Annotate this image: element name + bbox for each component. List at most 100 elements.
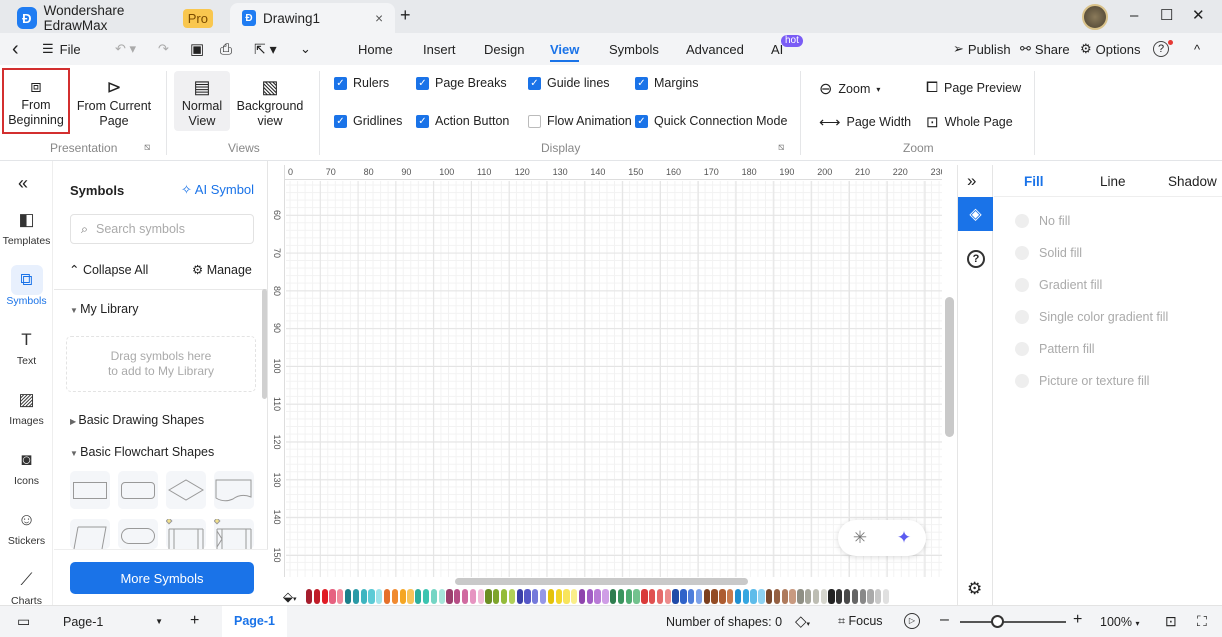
color-swatch[interactable] [789,588,796,604]
ai-symbol-button[interactable]: ✧ AI Symbol [181,182,254,198]
maximize-button[interactable]: ☐ [1160,6,1173,24]
color-swatch[interactable] [688,588,695,604]
user-avatar[interactable] [1082,4,1108,30]
fill-bucket-icon[interactable]: ◈ [958,197,993,231]
color-swatch[interactable] [859,588,866,604]
color-swatch[interactable] [750,588,757,604]
color-swatch[interactable] [563,588,570,604]
color-swatch[interactable] [430,588,438,604]
color-swatch[interactable] [812,588,820,604]
help-icon[interactable]: ? [967,250,985,268]
expand-panel-button[interactable]: » [967,171,976,191]
color-swatch[interactable] [649,588,656,604]
color-swatch[interactable] [734,588,742,604]
predefined-process-shape[interactable] [165,517,206,549]
color-swatch[interactable] [352,588,360,604]
color-swatch[interactable] [805,588,812,604]
color-swatch[interactable] [477,588,484,604]
fullscreen-icon[interactable]: ⛶ [1197,613,1207,630]
process-shape[interactable] [70,471,110,509]
color-swatch[interactable] [524,588,531,604]
fill-option-radio[interactable]: Gradient fill [1015,278,1102,292]
color-swatch[interactable] [695,588,703,604]
color-swatch[interactable] [485,588,492,604]
tab-ai[interactable]: AI hot [771,33,803,65]
symbols-scrollbar[interactable] [262,289,267,399]
color-swatch[interactable] [555,588,562,604]
tab-advanced[interactable]: Advanced [686,33,744,65]
color-swatch[interactable] [843,588,851,604]
share-button[interactable]: ⚯ Share [1020,33,1070,65]
basic-flowchart-shapes-section[interactable]: ▼ Basic Flowchart Shapes [70,445,214,459]
tab-shadow[interactable]: Shadow [1168,174,1217,189]
print-icon[interactable]: ⎙ [220,33,232,65]
collapse-sidebar-button[interactable]: « [18,173,28,194]
color-swatch[interactable] [329,588,336,604]
tab-fill[interactable]: Fill [1024,174,1044,189]
redo-icon[interactable]: ↷ [158,33,169,65]
search-input[interactable]: ⌕ Search symbols [70,214,254,244]
color-swatch[interactable] [610,588,617,604]
color-swatch[interactable] [532,588,539,604]
color-swatch[interactable] [594,588,601,604]
fill-option-radio[interactable]: Single color gradient fill [1015,310,1168,324]
display-option-checkbox[interactable]: ✓ Margins [635,76,698,90]
color-swatch[interactable] [656,588,664,604]
color-swatch[interactable] [664,588,671,604]
display-option-checkbox[interactable]: ✓ Guide lines [528,76,610,90]
color-swatch[interactable] [719,588,726,604]
color-swatch[interactable] [571,588,578,604]
color-swatch[interactable] [602,588,609,604]
color-swatch[interactable] [539,588,547,604]
color-swatch[interactable] [454,588,461,604]
color-swatch[interactable] [781,588,788,604]
color-swatch[interactable] [586,588,593,604]
presentation-launcher-icon[interactable]: ⧅ [144,142,150,153]
vertical-scrollbar[interactable] [945,297,954,437]
minimize-button[interactable]: – [1130,7,1138,24]
background-view-button[interactable]: ▧ Background view [234,71,306,131]
color-swatch[interactable] [742,588,749,604]
tab-home[interactable]: Home [358,33,393,65]
add-page-button[interactable]: + [190,612,199,630]
color-swatch[interactable] [633,588,640,604]
color-swatch[interactable] [617,588,625,604]
fill-bucket-dropdown-icon[interactable]: ⬙▾ [283,589,297,605]
color-swatch[interactable] [641,588,648,604]
fill-option-radio[interactable]: Solid fill [1015,246,1082,260]
fill-option-radio[interactable]: Pattern fill [1015,342,1095,356]
play-icon[interactable]: ▷ [904,613,920,629]
from-beginning-button[interactable]: ⧈ From Beginning [2,68,70,134]
manage-button[interactable]: ⚙ Manage [192,262,252,277]
display-option-checkbox[interactable]: Flow Animation [528,114,632,128]
color-swatch[interactable] [360,588,367,604]
from-current-page-button[interactable]: ⊳ From Current Page [75,71,153,131]
display-option-checkbox[interactable]: ✓ Quick Connection Mode [635,114,787,128]
color-swatch[interactable] [547,588,554,604]
color-swatch[interactable] [828,588,835,604]
document-shape[interactable] [214,471,254,509]
page-selector-dropdown[interactable]: Page-1 ▼ [54,606,169,637]
settings-gear-icon[interactable]: ⚙ [967,579,982,599]
zoom-dropdown[interactable]: ⊖ Zoom ▾ [819,79,880,99]
options-button[interactable]: ⚙ Options [1080,33,1140,65]
sidebar-item-charts[interactable]: ⟋ Charts [0,565,53,607]
decision-shape[interactable] [166,471,206,509]
color-swatch[interactable] [625,588,632,604]
color-swatch[interactable] [461,588,469,604]
sidebar-item-templates[interactable]: ◧ Templates [0,205,53,247]
display-option-checkbox[interactable]: ✓ Rulers [334,76,389,90]
color-swatch[interactable] [766,588,773,604]
sparkle-loading-icon[interactable]: ✳ [853,528,867,548]
drawing-canvas[interactable] [286,181,942,577]
color-swatch[interactable] [344,588,352,604]
basic-drawing-shapes-section[interactable]: ▶ Basic Drawing Shapes [70,413,204,427]
more-tools-icon[interactable]: ⌄ [300,33,311,65]
file-menu[interactable]: ☰ File [42,33,81,65]
tab-symbols[interactable]: Symbols [609,33,659,65]
page-width-button[interactable]: ⟷ Page Width [819,113,911,131]
color-swatch[interactable] [415,588,422,604]
sidebar-item-symbols[interactable]: ⧉ Symbols [0,265,53,307]
help-icon[interactable]: ? [1153,41,1169,57]
more-symbols-button[interactable]: More Symbols [70,562,254,594]
